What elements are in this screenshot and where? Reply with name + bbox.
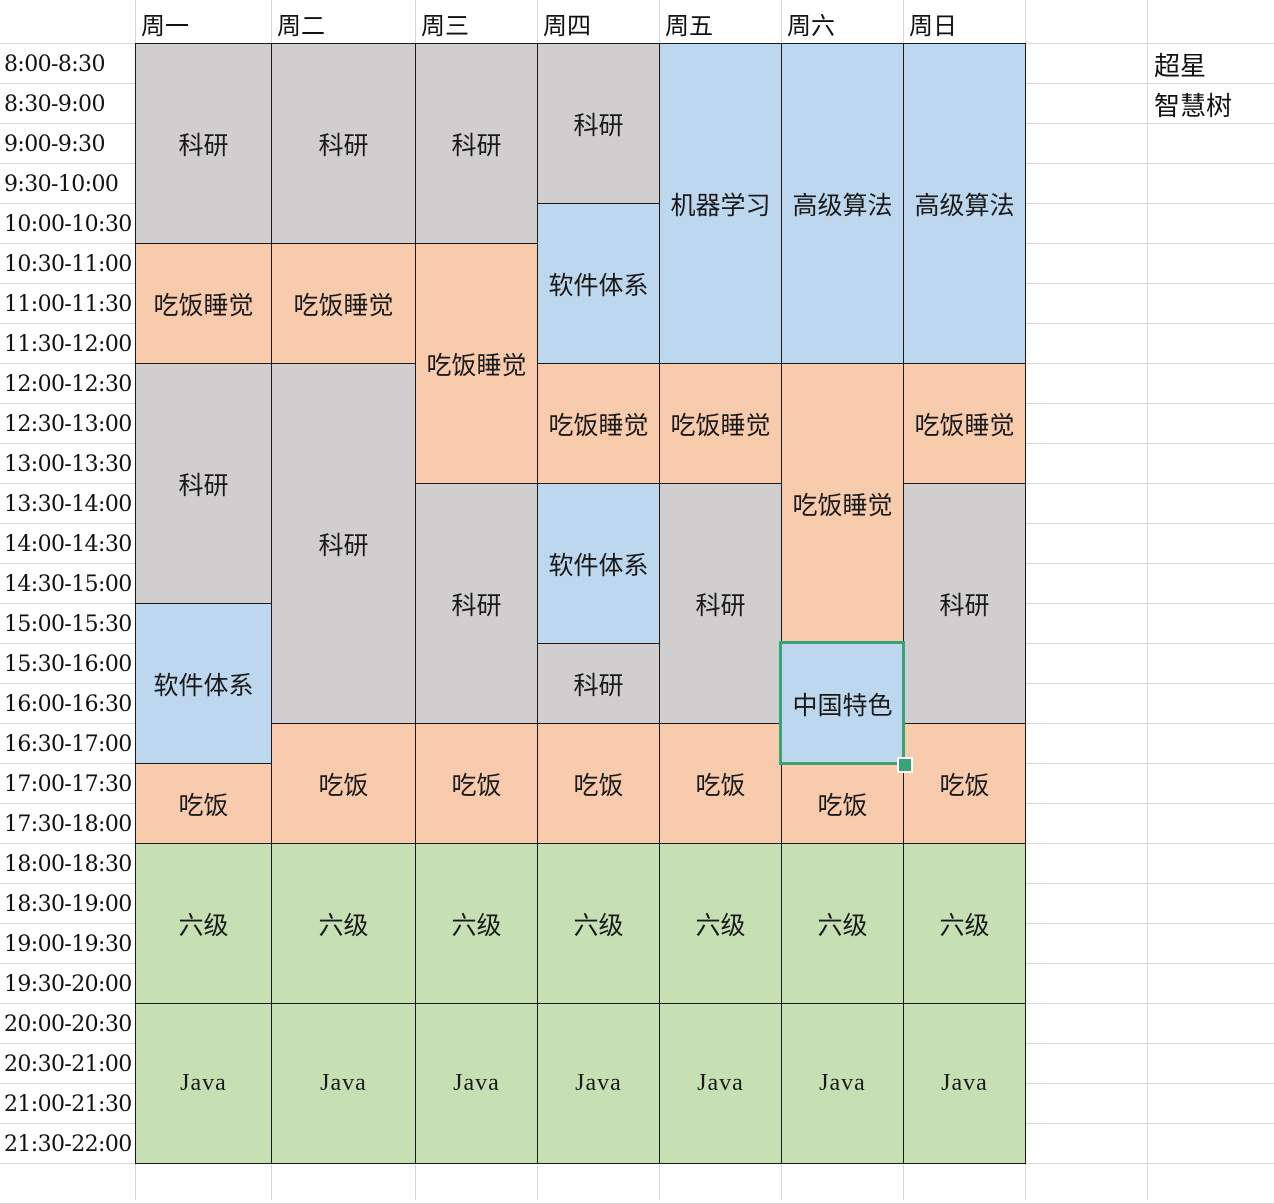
schedule-block[interactable]: 吃饭睡觉 (659, 363, 782, 484)
schedule-block[interactable]: 吃饭睡觉 (537, 363, 660, 484)
schedule-block[interactable]: 科研 (135, 43, 272, 244)
schedule-block[interactable]: 六级 (415, 843, 538, 1004)
time-slot-label[interactable]: 11:30-12:00 (0, 325, 136, 365)
time-slot-label[interactable]: 10:00-10:30 (0, 205, 136, 245)
grid-column-line (1147, 0, 1148, 1200)
schedule-block[interactable]: 六级 (135, 843, 272, 1004)
day-header-3[interactable]: 周三 (415, 0, 537, 40)
schedule-block[interactable]: 高级算法 (903, 43, 1026, 364)
schedule-block[interactable]: 六级 (781, 843, 904, 1004)
schedule-block[interactable]: 科研 (903, 483, 1026, 724)
time-slot-label[interactable]: 10:30-11:00 (0, 245, 136, 285)
time-slot-label[interactable]: 19:30-20:00 (0, 965, 136, 1005)
schedule-block[interactable]: 吃饭 (781, 763, 904, 844)
time-slot-label[interactable]: 8:00-8:30 (0, 45, 136, 85)
time-slot-label[interactable]: 14:30-15:00 (0, 565, 136, 605)
day-header-5[interactable]: 周五 (659, 0, 781, 40)
schedule-block[interactable]: 吃饭睡觉 (781, 363, 904, 644)
time-slot-label[interactable]: 17:30-18:00 (0, 805, 136, 845)
time-slot-label[interactable]: 20:00-20:30 (0, 1005, 136, 1045)
side-note-chaoxing[interactable]: 超星 (1154, 46, 1206, 83)
schedule-block[interactable]: Java (659, 1003, 782, 1164)
schedule-block[interactable]: 软件体系 (537, 483, 660, 644)
time-slot-label[interactable]: 13:00-13:30 (0, 445, 136, 485)
schedule-block[interactable]: 吃饭 (903, 723, 1026, 844)
schedule-block[interactable]: 科研 (135, 363, 272, 604)
time-slot-label[interactable]: 12:00-12:30 (0, 365, 136, 405)
schedule-block[interactable]: 吃饭 (271, 723, 416, 844)
schedule-block[interactable]: 六级 (537, 843, 660, 1004)
schedule-block[interactable]: 吃饭睡觉 (903, 363, 1026, 484)
time-slot-label[interactable]: 14:00-14:30 (0, 525, 136, 565)
time-slot-label[interactable]: 20:30-21:00 (0, 1045, 136, 1085)
time-slot-label[interactable]: 15:30-16:00 (0, 645, 136, 685)
schedule-block[interactable]: 机器学习 (659, 43, 782, 364)
side-note-zhihuishu[interactable]: 智慧树 (1154, 86, 1232, 123)
schedule-block[interactable]: 吃饭睡觉 (415, 243, 538, 484)
schedule-block[interactable]: Java (537, 1003, 660, 1164)
time-slot-label[interactable]: 11:00-11:30 (0, 285, 136, 325)
time-slot-label[interactable]: 9:30-10:00 (0, 165, 136, 205)
time-slot-label[interactable]: 21:30-22:00 (0, 1125, 136, 1165)
schedule-block[interactable]: 六级 (659, 843, 782, 1004)
schedule-block[interactable]: Java (415, 1003, 538, 1164)
time-slot-label[interactable]: 17:00-17:30 (0, 765, 136, 805)
day-header-1[interactable]: 周一 (135, 0, 271, 40)
time-slot-label[interactable]: 12:30-13:00 (0, 405, 136, 445)
time-slot-label[interactable]: 16:30-17:00 (0, 725, 136, 765)
time-slot-label[interactable]: 16:00-16:30 (0, 685, 136, 725)
schedule-block[interactable]: Java (271, 1003, 416, 1164)
day-header-6[interactable]: 周六 (781, 0, 903, 40)
schedule-block[interactable]: 软件体系 (135, 603, 272, 764)
time-slot-label[interactable]: 9:00-9:30 (0, 125, 136, 165)
time-slot-label[interactable]: 18:00-18:30 (0, 845, 136, 885)
schedule-block[interactable]: 吃饭睡觉 (271, 243, 416, 364)
schedule-block[interactable]: 六级 (271, 843, 416, 1004)
schedule-block[interactable]: Java (903, 1003, 1026, 1164)
schedule-block[interactable]: 科研 (415, 483, 538, 724)
schedule-block[interactable]: 吃饭睡觉 (135, 243, 272, 364)
time-slot-label[interactable]: 19:00-19:30 (0, 925, 136, 965)
time-slot-label[interactable]: 15:00-15:30 (0, 605, 136, 645)
schedule-block[interactable]: 吃饭 (415, 723, 538, 844)
schedule-block[interactable]: 科研 (271, 43, 416, 244)
time-slot-label[interactable]: 18:30-19:00 (0, 885, 136, 925)
day-header-4[interactable]: 周四 (537, 0, 659, 40)
day-header-2[interactable]: 周二 (271, 0, 415, 40)
schedule-block[interactable]: 高级算法 (781, 43, 904, 364)
schedule-block[interactable]: 吃饭 (659, 723, 782, 844)
day-header-7[interactable]: 周日 (903, 0, 1025, 40)
schedule-block[interactable]: 科研 (537, 43, 660, 204)
schedule-block[interactable]: 软件体系 (537, 203, 660, 364)
schedule-block[interactable]: Java (135, 1003, 272, 1164)
schedule-block[interactable]: 中国特色 (781, 643, 904, 764)
time-slot-label[interactable]: 13:30-14:00 (0, 485, 136, 525)
schedule-block[interactable]: 科研 (415, 43, 538, 244)
schedule-block[interactable]: 科研 (537, 643, 660, 724)
time-slot-label[interactable]: 8:30-9:00 (0, 85, 136, 125)
time-slot-label[interactable]: 21:00-21:30 (0, 1085, 136, 1125)
schedule-block[interactable]: 科研 (659, 483, 782, 724)
schedule-block[interactable]: 吃饭 (135, 763, 272, 844)
schedule-block[interactable]: Java (781, 1003, 904, 1164)
fill-handle-icon[interactable] (897, 757, 913, 773)
schedule-block[interactable]: 吃饭 (537, 723, 660, 844)
schedule-block[interactable]: 六级 (903, 843, 1026, 1004)
schedule-block[interactable]: 科研 (271, 363, 416, 724)
